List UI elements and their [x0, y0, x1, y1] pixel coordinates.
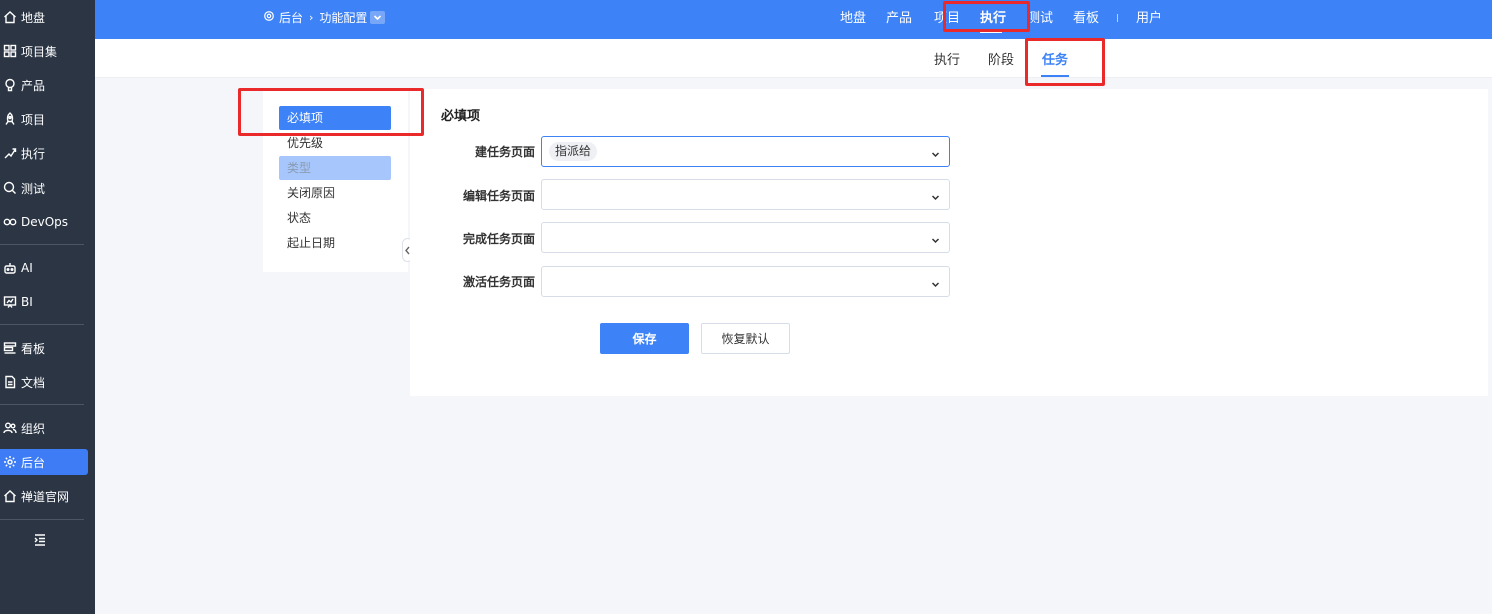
topnav-qa[interactable]: 测试	[1027, 0, 1053, 33]
topnav-dashboard[interactable]: 地盘	[840, 0, 866, 33]
sidebar-item-label: 文档	[21, 375, 46, 390]
sidebar-item-label: 地盘	[21, 10, 46, 25]
chevron-right-icon: ›	[309, 11, 314, 24]
rocket-icon	[2, 111, 18, 127]
subnav-stage[interactable]: 阶段	[988, 49, 1014, 68]
sidebar-item-label: BI	[21, 295, 33, 309]
sidebar-item-label: AI	[21, 261, 33, 275]
chart-board-icon	[2, 294, 18, 310]
field-label-activate-task: 激活任务页面	[462, 275, 535, 289]
chevron-down-icon	[931, 191, 940, 201]
grid-icon	[2, 43, 18, 59]
menu-item-type[interactable]: 类型	[279, 156, 391, 180]
sidebar-divider	[0, 244, 84, 245]
sidebar-item-label: 看板	[21, 341, 46, 356]
breadcrumb: 后台 › 功能配置	[263, 9, 386, 26]
restore-default-button[interactable]: 恢复默认	[701, 323, 790, 354]
sidebar-item-label: 项目集	[21, 44, 58, 59]
menu-item-status[interactable]: 状态	[279, 206, 391, 230]
activate-task-required-select[interactable]	[541, 266, 950, 297]
robot-icon	[2, 260, 18, 276]
sidebar-item-doc[interactable]: 文档	[0, 369, 88, 395]
gear-icon	[263, 10, 275, 25]
sidebar-item-devops[interactable]: DevOps	[0, 209, 88, 235]
sidebar-item-project[interactable]: 项目	[0, 106, 88, 132]
run-icon	[2, 145, 18, 161]
infinity-icon	[2, 214, 18, 230]
left-sidebar: 地盘 项目集 产品 项目 执行 测试 DevOps AI BI 看板 文档 组织…	[0, 0, 95, 614]
chevron-down-icon	[931, 278, 940, 288]
annotation-box-task-tab	[1025, 38, 1105, 86]
chevron-down-icon	[931, 234, 940, 244]
menu-item-close-reason[interactable]: 关闭原因	[279, 181, 391, 205]
document-icon	[2, 374, 18, 390]
sidebar-divider	[0, 324, 84, 325]
breadcrumb-root[interactable]: 后台	[279, 9, 303, 26]
create-task-required-select[interactable]: 指派给	[541, 136, 950, 167]
chevron-down-icon[interactable]	[370, 11, 386, 24]
sidebar-divider	[0, 519, 84, 520]
sidebar-item-admin[interactable]: 后台	[0, 449, 88, 475]
bulb-icon	[2, 77, 18, 93]
field-label-create-task: 建任务页面	[474, 145, 535, 159]
sidebar-item-label: 后台	[21, 455, 46, 470]
sidebar-item-official-site[interactable]: 禅道官网	[0, 483, 88, 509]
kanban-icon	[2, 340, 18, 356]
menu-item-date-range[interactable]: 起止日期	[279, 231, 391, 255]
field-label-finish-task: 完成任务页面	[462, 232, 535, 246]
sidebar-item-dashboard[interactable]: 地盘	[0, 4, 88, 30]
required-fields-panel: 必填项 建任务页面 指派给 编辑任务页面 完成任务页面 激活任务页面 保存 恢复…	[410, 89, 1488, 396]
field-label-edit-task: 编辑任务页面	[462, 189, 535, 203]
home-icon	[2, 488, 18, 504]
annotation-box-required-menu	[238, 88, 424, 136]
sidebar-divider	[0, 404, 84, 405]
sidebar-item-qa[interactable]: 测试	[0, 175, 88, 201]
save-button[interactable]: 保存	[600, 323, 689, 354]
edit-task-required-select[interactable]	[541, 179, 950, 210]
sidebar-item-label: DevOps	[21, 215, 69, 229]
sidebar-item-label: 禅道官网	[21, 489, 70, 504]
indent-icon[interactable]	[33, 533, 47, 547]
topnav-kanban[interactable]: 看板	[1073, 0, 1099, 33]
nav-divider	[1117, 14, 1118, 22]
sub-navbar: 执行 阶段 任务	[95, 39, 1492, 78]
sidebar-item-label: 组织	[21, 421, 46, 436]
sidebar-item-label: 产品	[21, 78, 46, 93]
sidebar-item-organization[interactable]: 组织	[0, 415, 88, 441]
panel-title: 必填项	[441, 109, 481, 124]
chevron-down-icon	[931, 148, 940, 158]
bug-search-icon	[2, 180, 18, 196]
subnav-execution[interactable]: 执行	[934, 49, 960, 68]
annotation-box-execution-tab	[943, 1, 1030, 32]
home-icon	[2, 9, 18, 25]
breadcrumb-current[interactable]: 功能配置	[319, 9, 367, 26]
topnav-user[interactable]: 用户	[1136, 0, 1162, 33]
sidebar-item-product[interactable]: 产品	[0, 72, 88, 98]
sidebar-item-kanban[interactable]: 看板	[0, 335, 88, 361]
sidebar-item-label: 执行	[21, 146, 46, 161]
gear-icon	[2, 454, 18, 470]
sidebar-item-ai[interactable]: AI	[0, 255, 88, 281]
sidebar-item-label: 项目	[21, 112, 46, 127]
top-header: 后台 › 功能配置 地盘 产品 项目 执行 测试 看板 用户	[95, 0, 1492, 39]
people-icon	[2, 420, 18, 436]
sidebar-item-execution[interactable]: 执行	[0, 140, 88, 166]
sidebar-item-program[interactable]: 项目集	[0, 38, 88, 64]
selected-tag[interactable]: 指派给	[549, 142, 598, 161]
topnav-product[interactable]: 产品	[886, 0, 912, 33]
sidebar-item-bi[interactable]: BI	[0, 289, 88, 315]
sidebar-item-label: 测试	[21, 181, 46, 196]
finish-task-required-select[interactable]	[541, 222, 950, 253]
